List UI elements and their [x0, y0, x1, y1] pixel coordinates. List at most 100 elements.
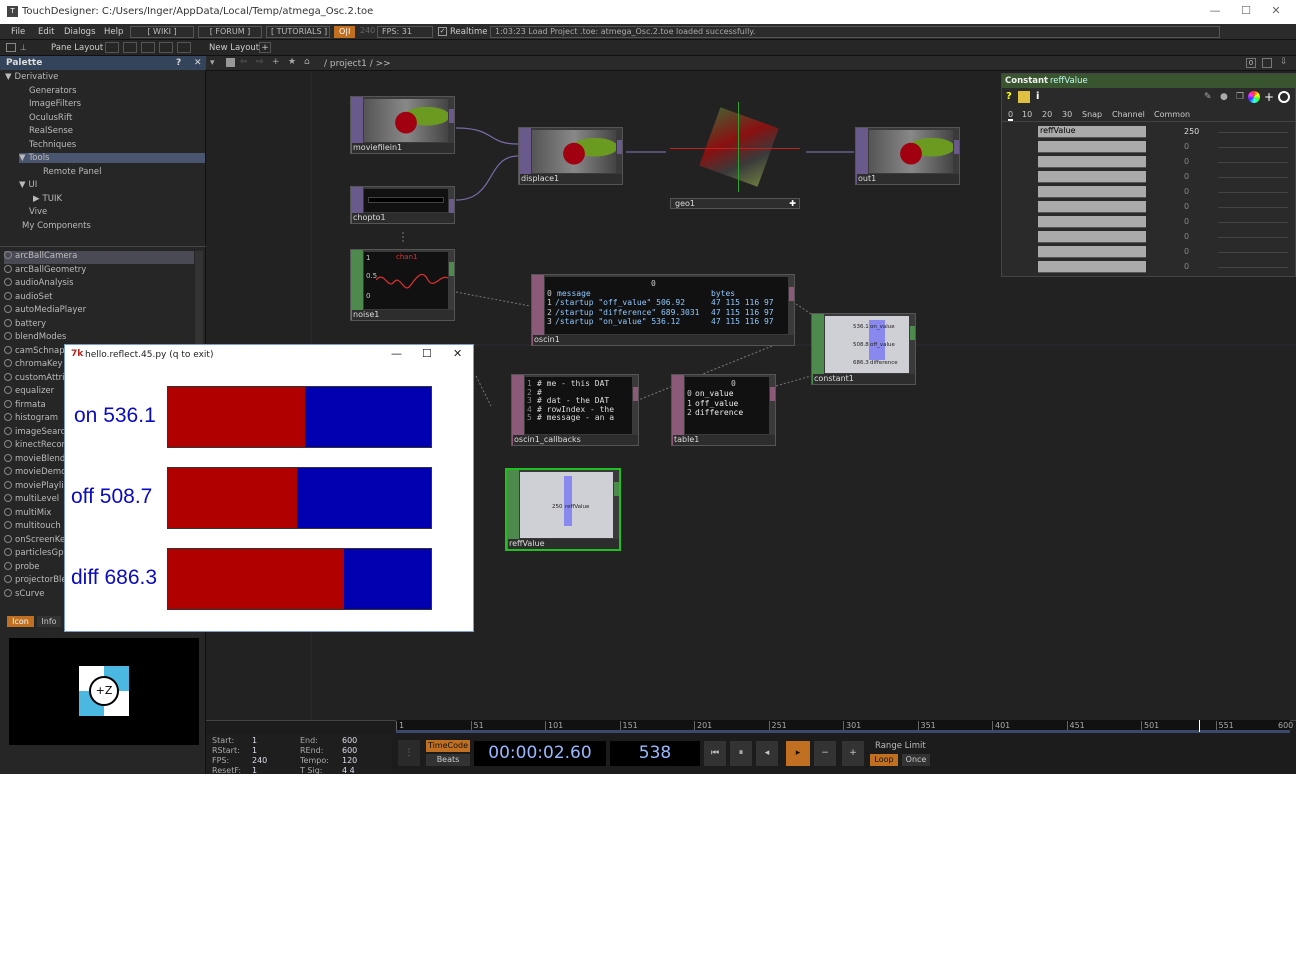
param-tab[interactable]: Common: [1154, 110, 1190, 119]
param-value-field[interactable]: 0: [1184, 262, 1196, 271]
node-noise1[interactable]: chan1 1 0.5 0 noise1: [350, 249, 455, 321]
color-icon[interactable]: [1248, 91, 1260, 103]
param-tab[interactable]: 30: [1062, 110, 1072, 119]
tree-item[interactable]: ▼ Derivative: [5, 72, 58, 82]
palette-help-icon[interactable]: ?: [176, 58, 181, 68]
py-close-button[interactable]: ✕: [453, 347, 462, 360]
param-slider[interactable]: [1218, 132, 1288, 137]
param-slider[interactable]: [1218, 147, 1288, 152]
add-icon[interactable]: +: [272, 57, 280, 67]
node-output[interactable]: [770, 387, 775, 401]
path-dropdown-icon[interactable]: ▾: [210, 58, 215, 68]
node-moviefilein1[interactable]: moviefilein1: [350, 96, 455, 154]
menu-help[interactable]: Help: [104, 27, 123, 37]
timecode-display[interactable]: 00:00:02.60: [474, 741, 606, 766]
tree-item[interactable]: Generators: [19, 86, 77, 96]
menu-edit[interactable]: Edit: [38, 27, 54, 37]
tree-item[interactable]: ▼ Tools: [19, 153, 205, 163]
tree-arrow-icon[interactable]: ▼: [19, 153, 26, 163]
tree-arrow-icon[interactable]: ▼: [19, 180, 26, 190]
node-out1[interactable]: out1: [855, 127, 960, 185]
wiki-button[interactable]: [ WIKI ]: [130, 26, 194, 38]
realtime-checkbox[interactable]: ✓: [438, 27, 447, 36]
param-slider[interactable]: [1218, 222, 1288, 227]
py-maximize-button[interactable]: ☐: [422, 347, 432, 360]
timeline-toggle[interactable]: ⋮: [398, 740, 420, 766]
palette-close-icon[interactable]: ✕: [194, 58, 202, 68]
pane-max-icon[interactable]: [1262, 58, 1272, 68]
info-icon[interactable]: i: [1036, 91, 1039, 102]
tree-item[interactable]: OculusRift: [19, 113, 72, 123]
param-value-field[interactable]: 0: [1184, 202, 1196, 211]
star-icon[interactable]: ★: [288, 57, 296, 67]
param-slider[interactable]: [1218, 252, 1288, 257]
viewer-toggle-icon[interactable]: 0: [1246, 58, 1256, 68]
param-slider[interactable]: [1218, 237, 1288, 242]
once-button[interactable]: Once: [902, 754, 930, 766]
step-back-frame-button[interactable]: −: [814, 741, 836, 766]
node-geo1[interactable]: geo1 ✚: [670, 102, 800, 210]
perform-toggle[interactable]: O|I: [334, 26, 356, 38]
list-item[interactable]: audioAnalysis: [4, 278, 194, 291]
node-oscin1[interactable]: 0 0 message bytes 1/startup "off_value" …: [531, 274, 795, 346]
list-item[interactable]: autoMediaPlayer: [4, 305, 194, 318]
step-forward-button[interactable]: +: [842, 741, 864, 766]
param-tab[interactable]: 10: [1022, 110, 1032, 119]
tree-item[interactable]: ▶ TUIK: [33, 194, 62, 204]
loop-button[interactable]: Loop: [870, 754, 898, 766]
stop-icon[interactable]: [226, 58, 235, 67]
pane-icon[interactable]: [6, 43, 16, 52]
list-item[interactable]: arcBallCamera: [4, 251, 194, 264]
edit-icon[interactable]: ✎: [1204, 92, 1212, 102]
tree-item[interactable]: RealSense: [19, 126, 73, 136]
menu-file[interactable]: File: [11, 27, 25, 37]
fps-value-tl[interactable]: 240: [252, 756, 267, 765]
step-back-button[interactable]: ◂: [756, 741, 778, 766]
list-item[interactable]: arcBallGeometry: [4, 264, 194, 278]
copy-icon[interactable]: ❐: [1236, 92, 1244, 102]
comment-icon[interactable]: ●: [1220, 92, 1228, 102]
param-value-field[interactable]: 0: [1184, 247, 1196, 256]
timecode-button[interactable]: TimeCode: [426, 740, 470, 752]
tree-item[interactable]: Remote Panel: [33, 167, 101, 177]
param-tab[interactable]: 0: [1008, 110, 1014, 121]
param-slider[interactable]: [1218, 162, 1288, 167]
node-output[interactable]: [449, 109, 454, 123]
param-value-field[interactable]: 0: [1184, 217, 1196, 226]
node-output[interactable]: [617, 140, 622, 154]
pause-button[interactable]: ⏸: [730, 741, 752, 766]
reset-value[interactable]: 1: [252, 766, 257, 774]
home-icon[interactable]: ⌂: [304, 57, 310, 67]
param-slider[interactable]: [1218, 192, 1288, 197]
node-displace1[interactable]: displace1: [518, 127, 623, 185]
layout-3-button[interactable]: [141, 42, 155, 53]
forward-icon[interactable]: ⇨: [256, 57, 264, 67]
tree-item[interactable]: ▼ UI: [19, 180, 37, 190]
rstart-value[interactable]: 1: [252, 746, 257, 755]
layout-5-button[interactable]: [177, 42, 191, 53]
param-slider[interactable]: [1218, 177, 1288, 182]
tree-arrow-icon[interactable]: ▶: [33, 194, 40, 204]
list-item[interactable]: audioSet: [4, 291, 194, 305]
param-value-field[interactable]: 0: [1184, 232, 1196, 241]
node-constant1[interactable]: 536.1 on_value 508.8 off_value 686.3 differen…: [811, 313, 916, 385]
back-icon[interactable]: ⇦: [240, 57, 248, 67]
node-output[interactable]: [633, 387, 638, 401]
param-tab[interactable]: Snap: [1082, 110, 1102, 119]
target-icon[interactable]: [1278, 91, 1290, 103]
tree-arrow-icon[interactable]: ▼: [5, 72, 12, 82]
node-output[interactable]: [910, 326, 915, 340]
tsig-value[interactable]: 4 4: [342, 766, 355, 774]
py-minimize-button[interactable]: —: [391, 347, 402, 360]
tree-item[interactable]: Techniques: [19, 140, 76, 150]
menu-dialogs[interactable]: Dialogs: [64, 27, 96, 37]
close-button[interactable]: ✕: [1266, 4, 1286, 20]
layout-1-button[interactable]: [105, 42, 119, 53]
param-slider[interactable]: [1218, 207, 1288, 212]
param-value-field[interactable]: 0: [1184, 157, 1196, 166]
param-value-field[interactable]: 0: [1184, 142, 1196, 151]
rewind-button[interactable]: ⏮: [704, 741, 726, 766]
forum-button[interactable]: [ FORUM ]: [198, 26, 262, 38]
param-value-field[interactable]: 250: [1184, 127, 1199, 136]
node-output[interactable]: [789, 287, 794, 301]
